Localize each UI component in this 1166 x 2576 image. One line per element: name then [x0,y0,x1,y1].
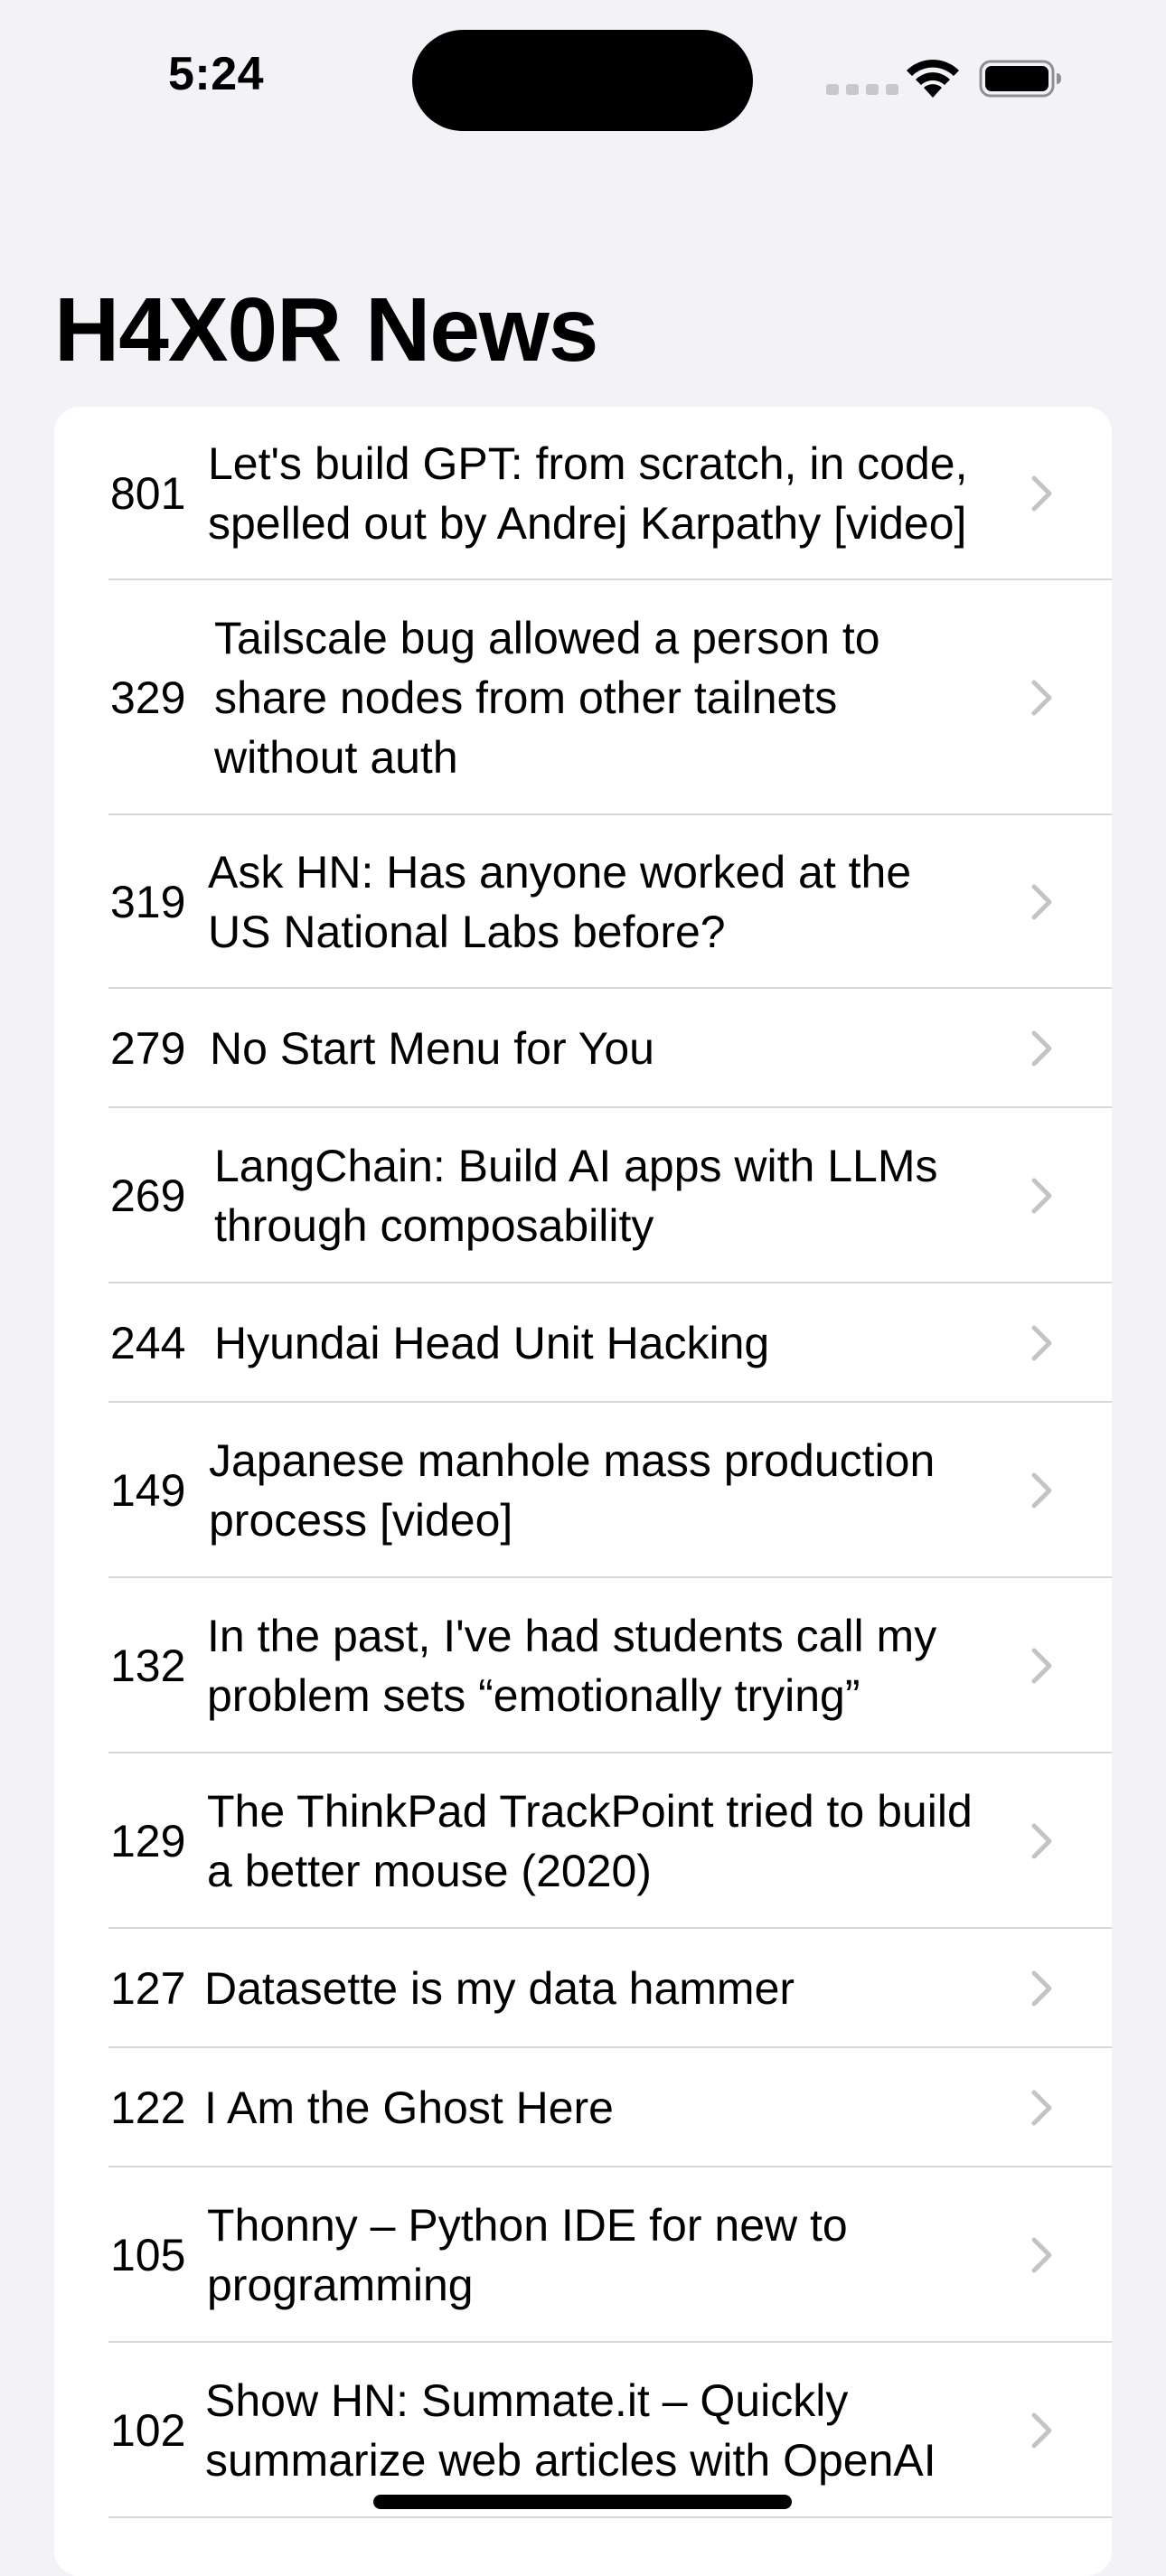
story-row[interactable]: 801 Let's build GPT: from scratch, in cod… [54,407,1112,580]
story-title: Datasette is my data hammer [204,1963,795,2014]
story-row[interactable]: 279 No Start Menu for You [54,989,1112,1108]
story-score: 122 [110,2082,186,2133]
chevron-right-icon [1031,680,1052,716]
story-score: 319 [110,877,186,927]
battery-icon [979,60,1061,98]
story-title: Tailscale bug allowed a person to share … [214,613,880,783]
story-row[interactable]: 149 Japanese manhole mass production proc… [54,1403,1112,1578]
story-row[interactable]: 319 Ask HN: Has anyone worked at the US N… [54,815,1112,989]
story-title: Japanese manhole mass production process… [209,1435,936,1546]
story-title: LangChain: Build AI apps with LLMs throu… [214,1141,938,1251]
chevron-right-icon [1031,1970,1052,2007]
story-title: Hyundai Head Unit Hacking [214,1318,770,1368]
story-row[interactable]: 127 Datasette is my data hammer [54,1929,1112,2048]
story-title: I Am the Ghost Here [204,2082,614,2133]
story-row[interactable]: 129 The ThinkPad TrackPoint tried to buil… [54,1753,1112,1929]
story-row[interactable]: 244 Hyundai Head Unit Hacking [54,1283,1112,1403]
story-score: 801 [110,468,186,519]
story-row[interactable]: 329 Tailscale bug allowed a person to sha… [54,580,1112,815]
story-row[interactable]: 122 I Am the Ghost Here [54,2048,1112,2167]
story-score: 244 [110,1318,186,1368]
page-title: H4X0R News [54,279,598,381]
story-row[interactable]: 269 LangChain: Build AI apps with LLMs th… [54,1108,1112,1283]
chevron-right-icon [1031,884,1052,920]
story-score: 102 [110,2405,186,2456]
home-indicator[interactable] [373,2495,792,2509]
story-score: 127 [110,1963,186,2014]
story-row[interactable]: 132 In the past, I've had students call m… [54,1578,1112,1753]
story-title: Thonny – Python IDE for new to programmi… [207,2200,848,2310]
chevron-right-icon [1031,2412,1052,2449]
story-score: 129 [110,1816,186,1866]
story-title: Let's build GPT: from scratch, in code, … [208,438,968,549]
status-time: 5:24 [168,48,265,100]
story-score: 269 [110,1170,186,1221]
story-score: 132 [110,1641,186,1691]
story-title: The ThinkPad TrackPoint tried to build a… [207,1786,973,1896]
story-title: Ask HN: Has anyone worked at the US Nati… [208,847,912,957]
row-separator [108,2516,1112,2518]
story-title: Show HN: Summate.it – Quickly summarize … [205,2375,936,2486]
story-title: No Start Menu for You [210,1023,654,1074]
chevron-right-icon [1031,1823,1052,1859]
chevron-right-icon [1031,1030,1052,1067]
story-score: 105 [110,2230,186,2280]
chevron-right-icon [1031,1178,1052,1214]
chevron-right-icon [1031,2237,1052,2273]
chevron-right-icon [1031,1472,1052,1509]
chevron-right-icon [1031,2090,1052,2126]
story-row[interactable]: 102 Show HN: Summate.it – Quickly summari… [54,2343,1112,2518]
story-score: 329 [110,672,186,723]
story-row[interactable]: 105 Thonny – Python IDE for new to progra… [54,2167,1112,2343]
story-list: 801 Let's build GPT: from scratch, in cod… [54,407,1112,2576]
chevron-right-icon [1031,475,1052,512]
chevron-right-icon [1031,1325,1052,1361]
chevron-right-icon [1031,1648,1052,1684]
dynamic-island [412,30,753,131]
status-bar: 5:24 [0,0,1166,145]
cellular-signal-icon [826,84,898,95]
story-score: 149 [110,1465,186,1516]
story-title: In the past, I've had students call my p… [207,1611,937,1721]
wifi-icon [907,59,959,98]
story-score: 279 [110,1023,186,1074]
